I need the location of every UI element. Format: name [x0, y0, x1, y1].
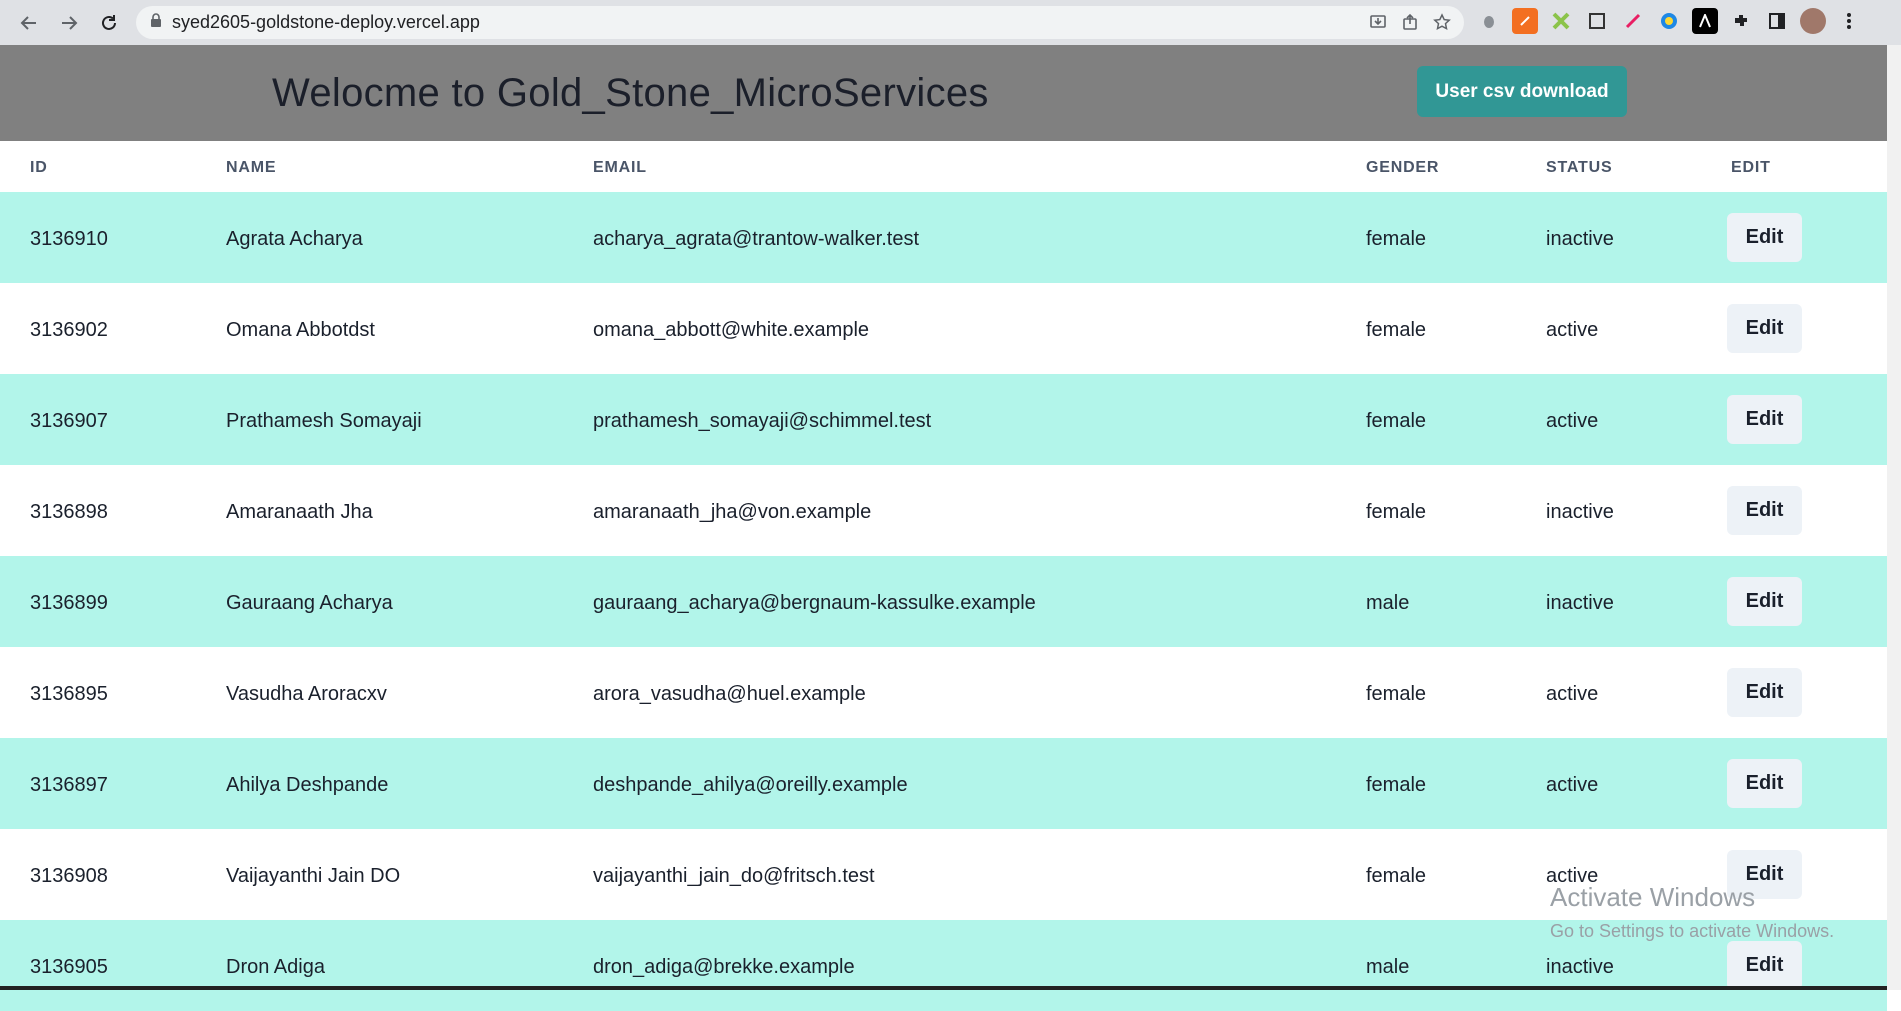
edit-button[interactable]: Edit — [1727, 486, 1802, 535]
link-extension-icon[interactable] — [1512, 8, 1538, 34]
cell-email: acharya_agrata@trantow-walker.test — [593, 228, 920, 250]
cell-gender: male — [1366, 592, 1410, 614]
bookmark-star-icon[interactable] — [1430, 10, 1454, 34]
circle-extension-icon[interactable] — [1656, 8, 1682, 34]
table-row: 3136895 Vasudha Aroracxv arora_vasudha@h… — [0, 647, 1887, 738]
cell-gender: female — [1366, 774, 1427, 796]
cell-id: 3136895 — [30, 683, 108, 705]
menu-dots-icon[interactable] — [1836, 8, 1862, 34]
edit-button[interactable]: Edit — [1727, 213, 1802, 262]
cell-id: 3136897 — [30, 774, 108, 796]
cell-id: 3136908 — [30, 865, 108, 887]
cell-name: Prathamesh Somayaji — [226, 410, 422, 432]
back-icon[interactable] — [12, 6, 46, 40]
gallery-extension-icon[interactable] — [1584, 8, 1610, 34]
cell-email: dron_adiga@brekke.example — [593, 956, 855, 978]
cell-email: omana_abbott@white.example — [593, 319, 870, 341]
table-header: ID NAME EMAIL GENDER STATUS EDIT — [0, 141, 1887, 192]
puzzle-icon[interactable] — [1728, 8, 1754, 34]
watermark-title: Activate Windows — [1550, 882, 1756, 912]
cell-id: 3136898 — [30, 501, 108, 523]
cell-status: active — [1546, 774, 1599, 796]
cell-gender: male — [1366, 956, 1410, 978]
cell-id: 3136905 — [30, 956, 108, 978]
table-row: 3136907 Prathamesh Somayaji prathamesh_s… — [0, 374, 1887, 465]
edit-button[interactable]: Edit — [1727, 304, 1802, 353]
cross-extension-icon[interactable] — [1548, 8, 1574, 34]
browser-nav — [12, 6, 126, 40]
cell-gender: female — [1366, 410, 1427, 432]
column-header-name: NAME — [226, 159, 277, 176]
page-scrollbar[interactable] — [1887, 45, 1901, 990]
table-row: 3136899 Gauraang Acharya gauraang_achary… — [0, 556, 1887, 647]
column-header-email: EMAIL — [593, 159, 647, 176]
cell-id: 3136902 — [30, 319, 108, 341]
cell-email: gauraang_acharya@bergnaum-kassulke.examp… — [593, 592, 1036, 614]
cell-name: Agrata Acharya — [226, 228, 363, 250]
forward-icon[interactable] — [52, 6, 86, 40]
profile-avatar[interactable] — [1800, 8, 1826, 34]
page-title: Welocme to Gold_Stone_MicroServices — [272, 71, 989, 115]
cell-status: active — [1546, 683, 1599, 705]
column-header-id: ID — [30, 159, 48, 176]
cell-gender: female — [1366, 865, 1427, 887]
column-header-status: STATUS — [1546, 159, 1613, 176]
cell-gender: female — [1366, 319, 1427, 341]
cell-status: active — [1546, 410, 1599, 432]
cell-name: Vasudha Aroracxv — [226, 683, 387, 705]
table-row: 3136898 Amaranaath Jha amaranaath_jha@vo… — [0, 465, 1887, 556]
cell-email: amaranaath_jha@von.example — [593, 501, 872, 523]
cell-gender: female — [1366, 501, 1427, 523]
cell-status: inactive — [1546, 956, 1614, 978]
cell-name: Omana Abbotdst — [226, 319, 375, 341]
table-row: 3136897 Ahilya Deshpande deshpande_ahily… — [0, 738, 1887, 829]
users-table: ID NAME EMAIL GENDER STATUS EDIT 3136910… — [0, 141, 1887, 1011]
edit-button[interactable]: Edit — [1727, 759, 1802, 808]
activate-windows-watermark: Activate Windows Go to Settings to activ… — [1550, 882, 1834, 942]
column-header-edit: EDIT — [1731, 159, 1771, 176]
table-row: 3136902 Omana Abbotdst omana_abbott@whit… — [0, 283, 1887, 374]
cell-gender: female — [1366, 228, 1427, 250]
csv-download-button[interactable]: User csv download — [1417, 66, 1627, 117]
cell-name: Gauraang Acharya — [226, 592, 393, 614]
cell-gender: female — [1366, 683, 1427, 705]
cell-id: 3136907 — [30, 410, 108, 432]
extensions-bar — [1476, 8, 1862, 34]
watermark-subtitle: Go to Settings to activate Windows. — [1550, 921, 1835, 941]
share-icon[interactable] — [1398, 10, 1422, 34]
edit-button[interactable]: Edit — [1727, 668, 1802, 717]
picker-extension-icon[interactable] — [1620, 8, 1646, 34]
url-text[interactable]: syed2605-goldstone-deploy.vercel.app — [172, 12, 480, 33]
edit-button[interactable]: Edit — [1727, 941, 1802, 990]
app-header: Welocme to Gold_Stone_MicroServices User… — [0, 45, 1887, 141]
sidepanel-icon[interactable] — [1764, 8, 1790, 34]
bug-extension-icon[interactable] — [1476, 8, 1502, 34]
cell-name: Dron Adiga — [226, 956, 325, 978]
install-icon[interactable] — [1366, 10, 1390, 34]
cell-name: Vaijayanthi Jain DO — [226, 865, 401, 887]
cell-email: prathamesh_somayaji@schimmel.test — [593, 410, 932, 432]
column-header-gender: GENDER — [1366, 159, 1440, 176]
cell-name: Ahilya Deshpande — [226, 774, 389, 796]
edit-button[interactable]: Edit — [1727, 395, 1802, 444]
lock-icon — [150, 13, 162, 32]
address-bar[interactable]: syed2605-goldstone-deploy.vercel.app — [136, 6, 1464, 39]
cell-id: 3136899 — [30, 592, 108, 614]
cell-email: arora_vasudha@huel.example — [593, 683, 866, 705]
cell-name: Amaranaath Jha — [226, 501, 373, 523]
table-row: 3136910 Agrata Acharya acharya_agrata@tr… — [0, 192, 1887, 283]
cell-email: vaijayanthi_jain_do@fritsch.test — [593, 865, 875, 887]
cell-email: deshpande_ahilya@oreilly.example — [593, 774, 908, 796]
a-extension-icon[interactable] — [1692, 8, 1718, 34]
edit-button[interactable]: Edit — [1727, 577, 1802, 626]
browser-toolbar: syed2605-goldstone-deploy.vercel.app — [0, 0, 1901, 45]
cell-id: 3136910 — [30, 228, 108, 250]
cell-status: inactive — [1546, 592, 1614, 614]
reload-icon[interactable] — [92, 6, 126, 40]
cell-status: inactive — [1546, 228, 1614, 250]
bottom-divider — [0, 986, 1887, 990]
cell-status: inactive — [1546, 501, 1614, 523]
cell-status: active — [1546, 319, 1599, 341]
